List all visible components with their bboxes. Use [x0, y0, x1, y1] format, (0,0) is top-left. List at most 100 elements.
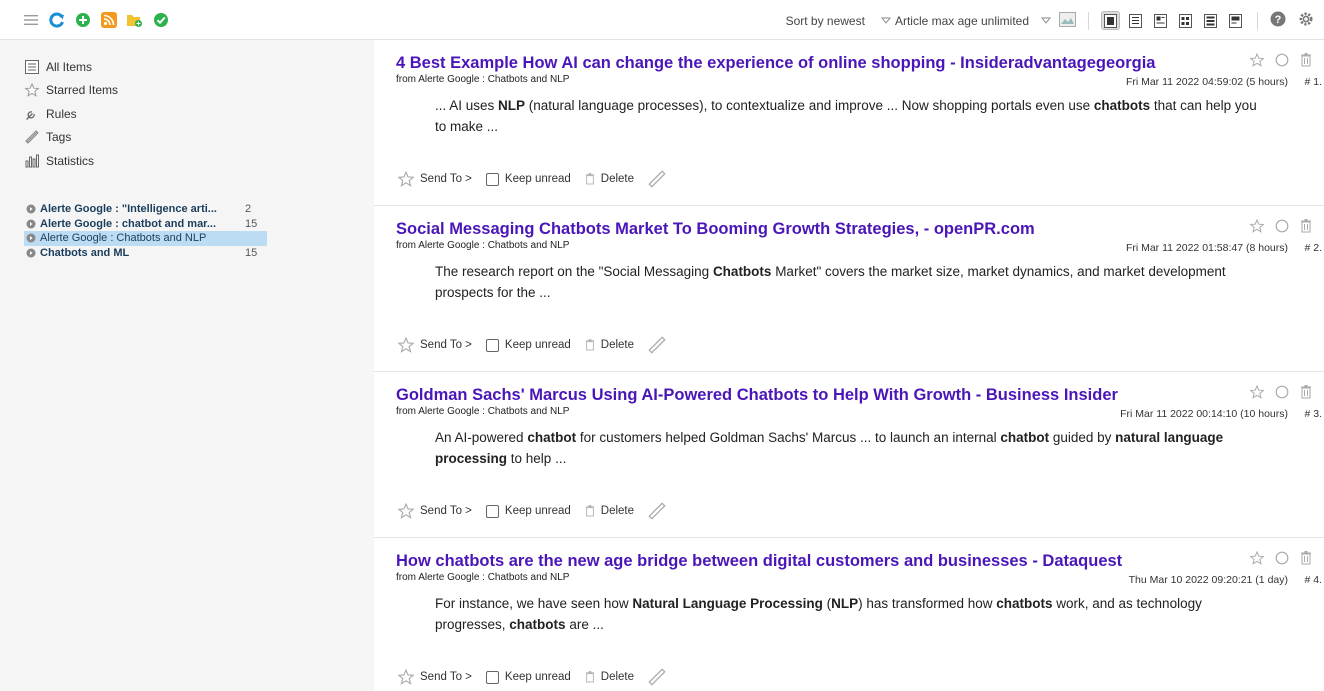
trash-icon[interactable] [1300, 53, 1312, 72]
menu-icon[interactable] [22, 11, 39, 28]
article-title[interactable]: How chatbots are the new age bridge betw… [396, 552, 1324, 571]
article-actions [1249, 218, 1312, 238]
send-to-label: Send To > [420, 671, 472, 683]
article-excerpt: ... AI uses NLP (natural language proces… [435, 98, 1257, 134]
keep-unread-label: Keep unread [504, 339, 571, 351]
view-cards-icon[interactable] [1226, 11, 1245, 30]
feed-list: Alerte Google : "Intelligence arti... 2 … [24, 202, 267, 260]
keep-unread-label: Keep unread [504, 671, 571, 683]
add-folder-icon[interactable] [126, 11, 143, 28]
rss-icon[interactable] [100, 11, 117, 28]
checkbox[interactable] [485, 670, 499, 684]
delete-button[interactable]: Delete [585, 505, 634, 517]
mark-all-read-icon[interactable] [152, 11, 169, 28]
send-to-label: Send To > [420, 173, 472, 185]
trash-icon[interactable] [1300, 551, 1312, 570]
article-excerpt: For instance, we have seen how Natural L… [435, 596, 1202, 632]
send-to-button[interactable]: Send To > [398, 337, 472, 353]
delete-button[interactable]: Delete [585, 671, 634, 683]
keep-unread-checkbox[interactable]: Keep unread [485, 670, 571, 684]
sidebar-item-rules[interactable]: Rules [24, 102, 269, 126]
feed-name: Alerte Google : "Intelligence arti... [40, 203, 217, 216]
article-footer: Send To > Keep unread Delete [398, 502, 680, 520]
keep-unread-checkbox[interactable]: Keep unread [485, 338, 571, 352]
max-age-selector[interactable]: Article max age unlimited [880, 14, 1029, 28]
keep-unread-checkbox[interactable]: Keep unread [485, 172, 571, 186]
view-grid-icon[interactable] [1176, 11, 1195, 30]
send-to-button[interactable]: Send To > [398, 669, 472, 685]
feed-item[interactable]: Chatbots and ML 15 [24, 246, 267, 261]
sidebar-item-all-items[interactable]: All Items [24, 55, 269, 79]
keep-unread-checkbox[interactable]: Keep unread [485, 504, 571, 518]
article-title[interactable]: Goldman Sachs' Marcus Using AI-Powered C… [396, 386, 1324, 405]
trash-icon [585, 173, 594, 185]
refresh-icon[interactable] [48, 11, 65, 28]
article-item: Goldman Sachs' Marcus Using AI-Powered C… [374, 372, 1324, 538]
sidebar-item-label: Rules [46, 106, 77, 121]
unread-count: 15 [245, 217, 258, 230]
sort-selector[interactable]: Sort by newest [786, 14, 865, 28]
article-title[interactable]: Social Messaging Chatbots Market To Boom… [396, 220, 1324, 239]
tag-button[interactable] [648, 668, 666, 686]
tag-button[interactable] [648, 170, 666, 188]
delete-button[interactable]: Delete [585, 339, 634, 351]
help-icon[interactable]: ? [1270, 11, 1286, 30]
toolbar-divider [1088, 11, 1089, 30]
star-icon [398, 503, 414, 519]
feed-item[interactable]: Alerte Google : "Intelligence arti... 2 [24, 202, 267, 217]
read-status-icon[interactable] [1275, 551, 1289, 570]
checkbox[interactable] [485, 172, 499, 186]
view-list-icon[interactable] [1126, 11, 1145, 30]
read-status-icon[interactable] [1275, 219, 1289, 238]
article-title[interactable]: 4 Best Example How AI can change the exp… [396, 54, 1324, 73]
article-number: # 1. [1304, 76, 1322, 88]
trash-icon[interactable] [1300, 219, 1312, 238]
checkbox[interactable] [485, 338, 499, 352]
send-to-label: Send To > [420, 505, 472, 517]
read-status-icon[interactable] [1275, 53, 1289, 72]
feed-item[interactable]: Alerte Google : chatbot and mar... 15 [24, 217, 267, 232]
send-to-label: Send To > [420, 339, 472, 351]
feed-item-selected[interactable]: Alerte Google : Chatbots and NLP [24, 231, 267, 246]
feed-name: Alerte Google : Chatbots and NLP [40, 232, 207, 245]
feed-name: Chatbots and ML [40, 247, 130, 260]
filter-dropdown-icon[interactable] [1040, 14, 1052, 28]
article-actions [1249, 384, 1312, 404]
delete-button[interactable]: Delete [585, 173, 634, 185]
sidebar: All Items Starred Items Rules Tags Stati… [0, 40, 269, 691]
star-icon[interactable] [1249, 218, 1265, 238]
delete-label: Delete [600, 671, 635, 683]
tag-button[interactable] [648, 502, 666, 520]
trash-icon[interactable] [1300, 385, 1312, 404]
keep-unread-label: Keep unread [504, 505, 571, 517]
article-footer: Send To > Keep unread Delete [398, 668, 680, 686]
star-icon[interactable] [1249, 384, 1265, 404]
sidebar-item-starred-items[interactable]: Starred Items [24, 79, 269, 103]
send-to-button[interactable]: Send To > [398, 503, 472, 519]
feed-icon [26, 233, 36, 243]
star-icon[interactable] [1249, 52, 1265, 72]
read-status-icon[interactable] [1275, 385, 1289, 404]
settings-gear-icon[interactable] [1298, 11, 1314, 30]
chart-icon [24, 153, 40, 169]
star-icon[interactable] [1249, 550, 1265, 570]
checkbox[interactable] [485, 504, 499, 518]
view-list-full-icon[interactable] [1101, 11, 1120, 30]
tag-button[interactable] [648, 336, 666, 354]
article-footer: Send To > Keep unread Delete [398, 170, 680, 188]
view-newspaper-icon[interactable] [1151, 11, 1170, 30]
image-toggle-icon[interactable] [1059, 11, 1076, 30]
send-to-button[interactable]: Send To > [398, 171, 472, 187]
sidebar-item-label: Statistics [46, 153, 95, 168]
sidebar-item-label: Tags [46, 130, 72, 145]
sidebar-item-statistics[interactable]: Statistics [24, 149, 269, 173]
sidebar-item-tags[interactable]: Tags [24, 126, 269, 150]
star-icon [398, 171, 414, 187]
article-actions [1249, 52, 1312, 72]
feed-icon [26, 219, 36, 229]
unread-count: 15 [245, 247, 258, 260]
view-compact-icon[interactable] [1201, 11, 1220, 30]
add-feed-icon[interactable] [74, 11, 91, 28]
toolbar: Sort by newest Article max age unlimited [0, 0, 1324, 40]
toolbar-divider [1257, 11, 1258, 30]
